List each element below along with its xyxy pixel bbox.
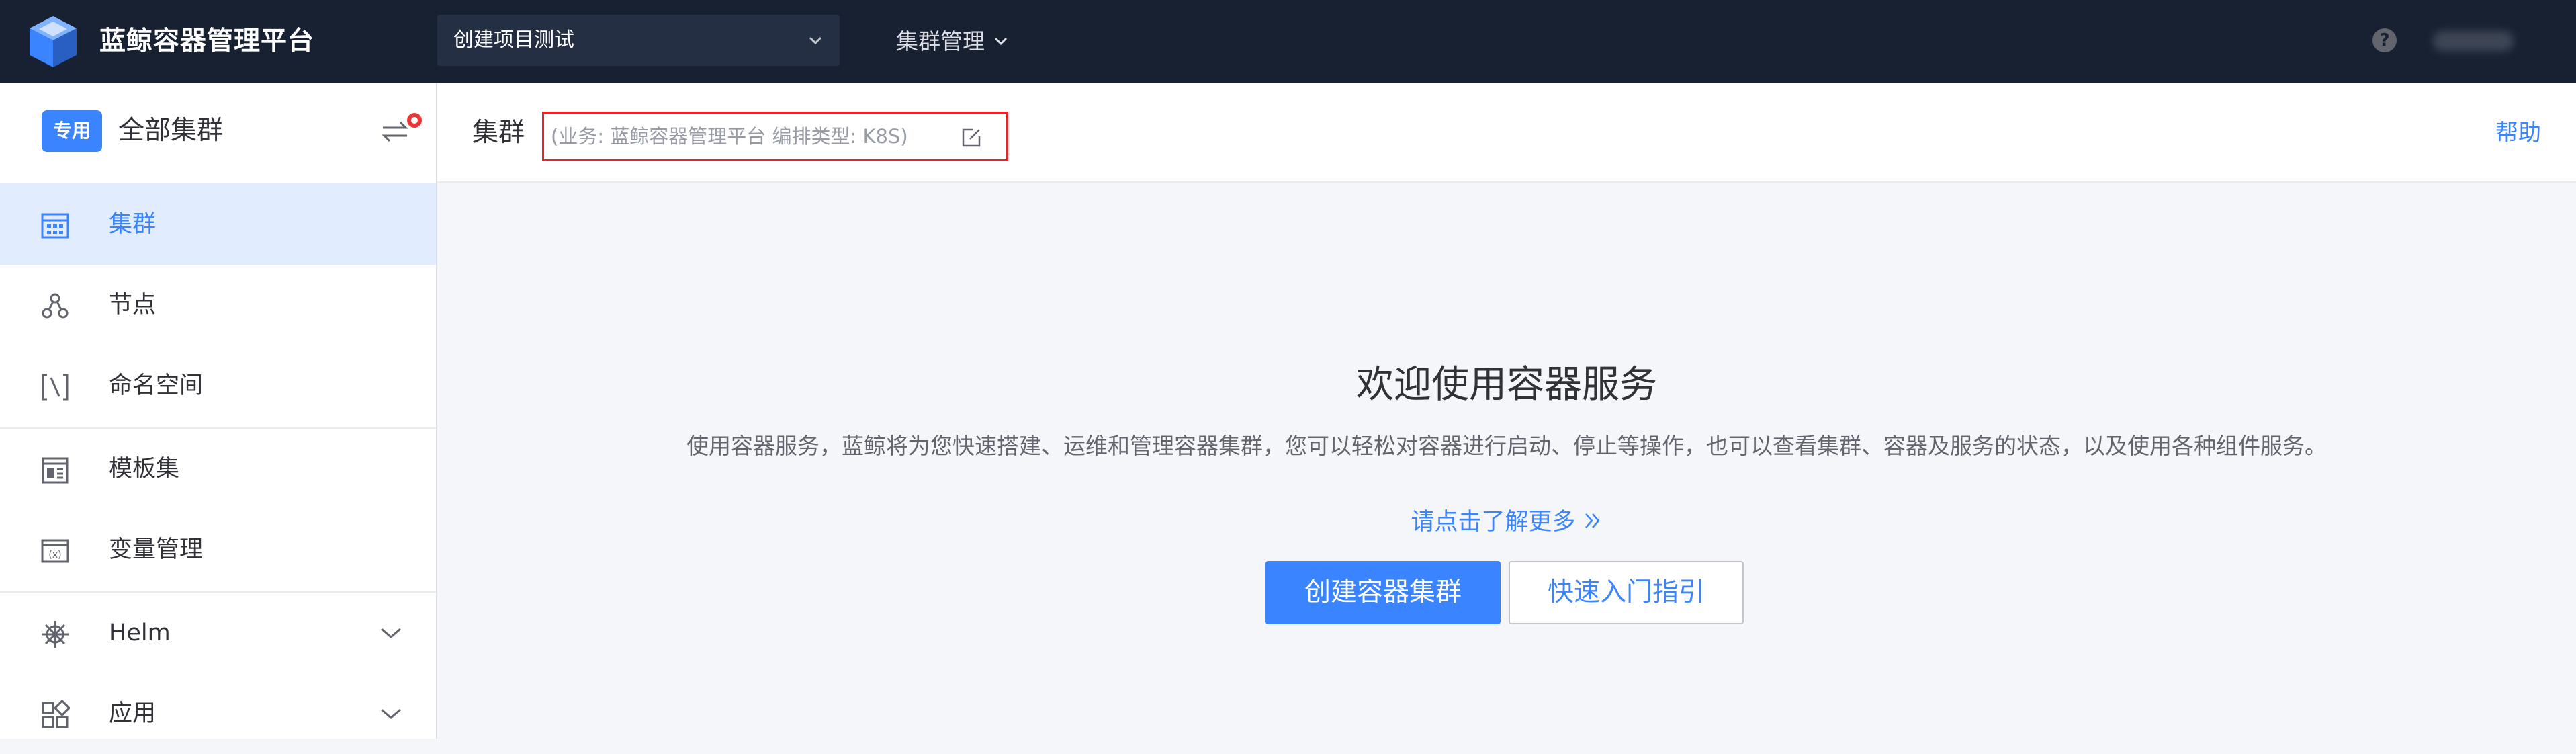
brand-title[interactable]: 蓝鲸容器管理平台 xyxy=(99,22,314,62)
sidebar-item-cluster[interactable]: 集群 xyxy=(0,184,436,265)
sidebar-item-variables[interactable]: (x) 变量管理 xyxy=(0,509,436,590)
chevron-down-icon xyxy=(809,36,822,45)
welcome-description: 使用容器服务，蓝鲸将为您快速搭建、运维和管理容器集群，您可以轻松对容器进行启动、… xyxy=(686,433,2327,459)
nav-cluster-management[interactable]: 集群管理 xyxy=(896,22,1010,62)
create-cluster-button[interactable]: 创建容器集群 xyxy=(1265,561,1501,624)
sidebar-item-label: 变量管理 xyxy=(109,536,204,563)
sidebar-item-label: 模板集 xyxy=(109,456,180,483)
sidebar-item-helm[interactable]: Helm xyxy=(0,593,436,673)
sidebar-item-app[interactable]: 应用 xyxy=(0,673,436,754)
learn-more-link[interactable]: 请点击了解更多 xyxy=(437,501,2576,543)
business-meta-box: (业务: 蓝鲸容器管理平台 编排类型: K8S) xyxy=(542,112,1008,161)
cluster-scope-label: 全部集群 xyxy=(118,116,224,146)
chevron-down-icon xyxy=(381,628,401,638)
business-meta-text: (业务: 蓝鲸容器管理平台 编排类型: K8S) xyxy=(551,125,908,148)
chevron-down-icon xyxy=(381,708,401,719)
help-link[interactable]: 帮助 xyxy=(2495,113,2541,153)
page-title: 集群 xyxy=(472,118,525,148)
sidebar-item-label: 命名空间 xyxy=(109,372,204,399)
node-icon xyxy=(42,293,69,319)
project-select[interactable]: 创建项目测试 xyxy=(437,15,840,66)
template-icon xyxy=(42,457,69,484)
helm-icon xyxy=(42,621,69,648)
content-header: 集群 (业务: 蓝鲸容器管理平台 编排类型: K8S) 帮助 xyxy=(437,83,2576,183)
sidebar-header: 专用 全部集群 xyxy=(0,83,436,184)
learn-more-label: 请点击了解更多 xyxy=(1411,509,1576,536)
notification-gear-icon xyxy=(407,113,422,128)
edit-icon[interactable] xyxy=(961,127,982,149)
top-navigation-bar: 蓝鲸容器管理平台 创建项目测试 集群管理 ? xyxy=(0,0,2576,83)
nav-cluster-label: 集群管理 xyxy=(896,28,985,54)
app-icon xyxy=(42,700,70,728)
project-select-value: 创建项目测试 xyxy=(453,28,574,52)
quick-start-guide-button[interactable]: 快速入门指引 xyxy=(1509,561,1744,624)
namespace-icon xyxy=(42,374,69,401)
sidebar-item-label: Helm xyxy=(109,620,171,646)
sidebar: 专用 全部集群 集群 节点 命名空间 模板集 (x) 变量管理 Helm 应用 xyxy=(0,83,437,739)
sidebar-item-namespace[interactable]: 命名空间 xyxy=(0,345,436,426)
cluster-grid-icon xyxy=(41,213,69,239)
svg-text:(x): (x) xyxy=(48,550,61,560)
sidebar-item-template-set[interactable]: 模板集 xyxy=(0,429,436,509)
variable-icon: (x) xyxy=(41,539,69,563)
welcome-title: 欢迎使用容器服务 xyxy=(1356,363,1657,407)
sidebar-item-node[interactable]: 节点 xyxy=(0,265,436,345)
sidebar-item-label: 应用 xyxy=(109,700,157,727)
user-avatar-name[interactable] xyxy=(2433,31,2514,51)
dedicated-tag: 专用 xyxy=(42,110,102,152)
sidebar-item-label: 集群 xyxy=(109,211,157,238)
chevron-down-icon xyxy=(994,37,1008,45)
sidebar-item-label: 节点 xyxy=(109,292,157,319)
switch-arrows-icon[interactable] xyxy=(380,118,410,145)
cube-logo-icon[interactable] xyxy=(27,15,79,69)
double-chevron-right-icon xyxy=(1585,513,1600,528)
help-question-icon[interactable]: ? xyxy=(2372,28,2397,52)
